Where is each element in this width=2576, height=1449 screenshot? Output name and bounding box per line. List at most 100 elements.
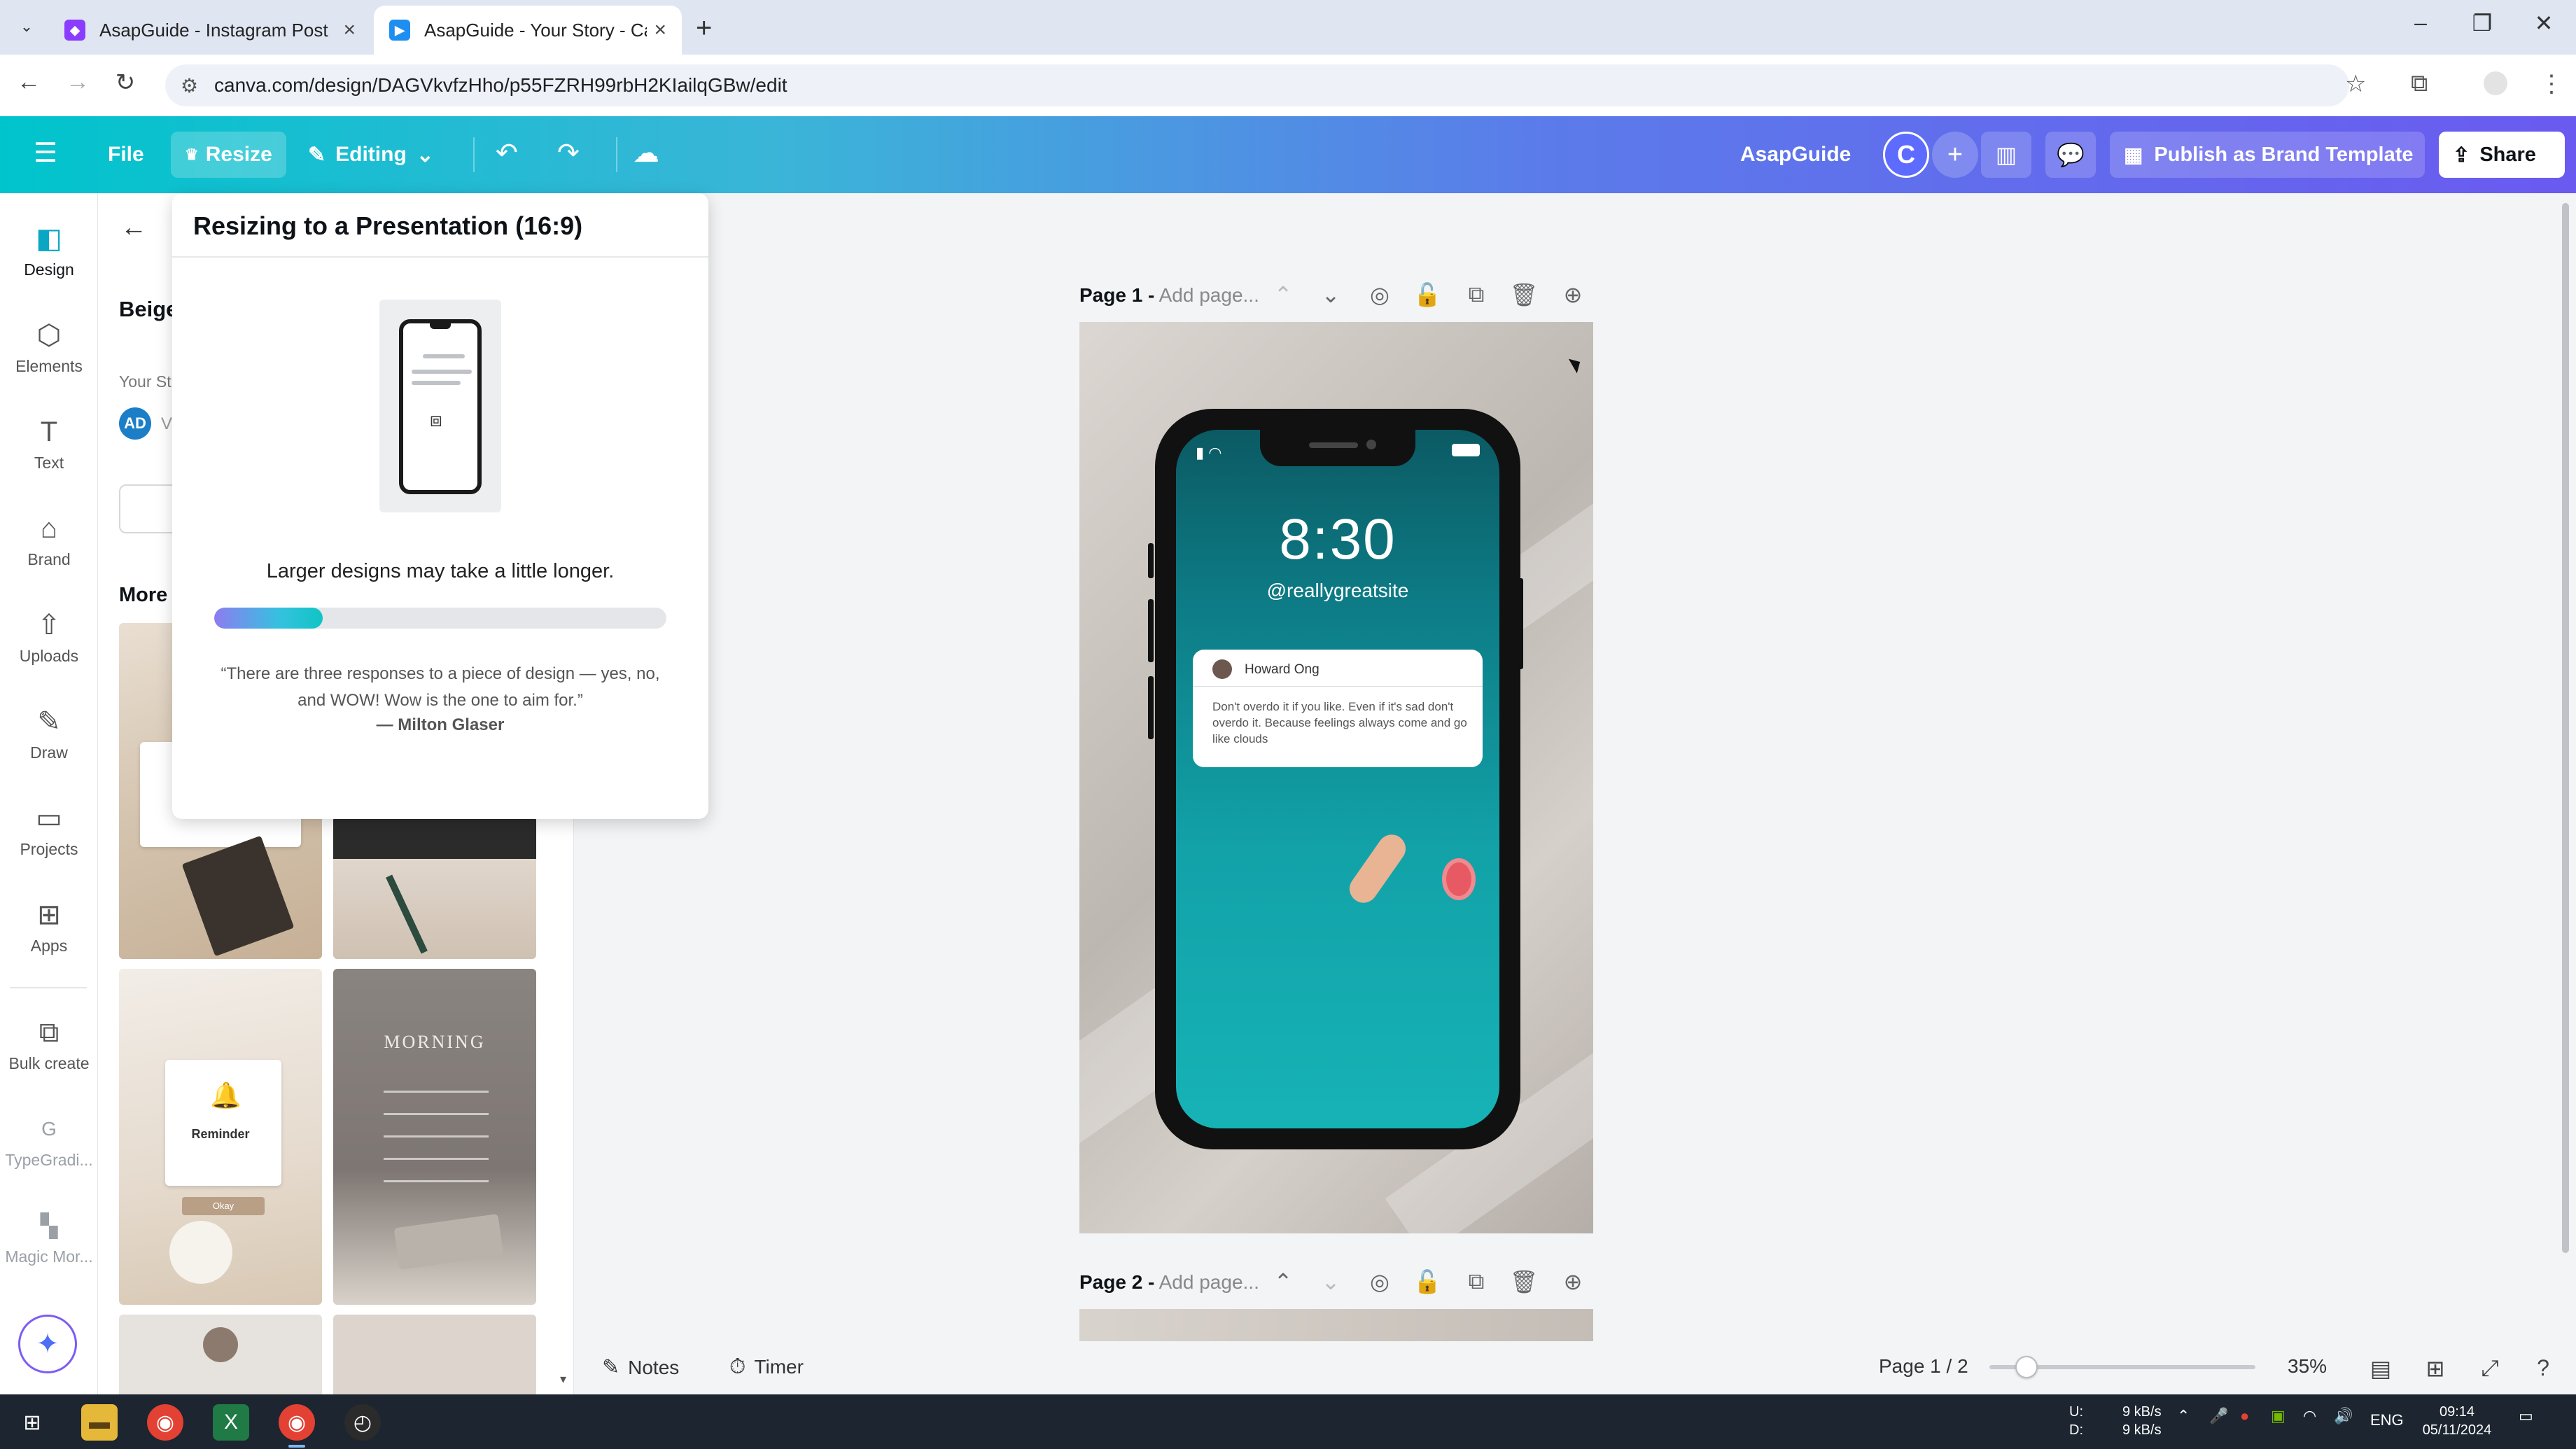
- rail-item-bulk-create[interactable]: ⧉ Bulk create: [0, 1015, 98, 1073]
- hide-page-icon[interactable]: ◎: [1362, 1268, 1397, 1295]
- back-icon[interactable]: ←: [11, 69, 46, 96]
- add-page-icon[interactable]: ⊕: [1555, 281, 1590, 308]
- rail-item-apps[interactable]: ⊞ Apps: [0, 897, 98, 955]
- share-button[interactable]: ⇪ Share: [2439, 132, 2565, 178]
- chevron-up-icon[interactable]: ⌃: [1266, 281, 1301, 308]
- minimize-icon[interactable]: –: [2400, 10, 2442, 36]
- delete-page-icon[interactable]: 🗑: [1506, 1268, 1541, 1295]
- bookmark-star-icon[interactable]: ☆: [2345, 70, 2366, 98]
- zoom-slider-knob[interactable]: [2015, 1356, 2038, 1378]
- speaker-icon[interactable]: 🔊: [2334, 1407, 2353, 1425]
- duplicate-page-icon[interactable]: ⧉: [1459, 1268, 1494, 1295]
- hide-page-icon[interactable]: ◎: [1362, 281, 1397, 308]
- chrome-active-icon[interactable]: ◉: [279, 1404, 315, 1448]
- show-hidden-icons-chevron-icon[interactable]: ⌃: [2177, 1407, 2190, 1425]
- lockscreen-handle[interactable]: @reallygreatsite: [1176, 580, 1499, 602]
- main-menu-icon[interactable]: ☰: [34, 137, 57, 169]
- duplicate-page-icon[interactable]: ⧉: [1459, 281, 1494, 308]
- lock-icon[interactable]: 🔓: [1410, 281, 1445, 308]
- add-collaborator-icon[interactable]: +: [1932, 132, 1978, 178]
- nvidia-icon[interactable]: ▣: [2271, 1407, 2286, 1425]
- rail-item-projects[interactable]: ▭ Projects: [0, 801, 98, 859]
- new-tab-icon[interactable]: +: [696, 13, 712, 44]
- design-page-1[interactable]: ▮ ◠ 8:30 @reallygreatsite Howard Ong Don…: [1079, 322, 1593, 1233]
- comments-icon[interactable]: 💬: [2045, 132, 2096, 178]
- rail-item-magic-morph[interactable]: ▚ Magic Mor...: [0, 1208, 98, 1266]
- template-thumbnail[interactable]: [333, 816, 536, 959]
- notification-card[interactable]: Howard Ong Don't overdo it if you like. …: [1193, 650, 1483, 767]
- template-thumbnail[interactable]: MORNING: [333, 969, 536, 1305]
- insights-chart-icon[interactable]: ▥: [1981, 132, 2031, 178]
- tab-search-chevron-icon[interactable]: ⌄: [13, 11, 41, 42]
- excel-icon[interactable]: X: [213, 1404, 249, 1441]
- page-2-label[interactable]: Page 2 - Add page...: [1079, 1271, 1259, 1294]
- chevron-down-icon[interactable]: ⌄: [1313, 1268, 1348, 1295]
- notes-button[interactable]: ✎ Notes: [602, 1355, 679, 1380]
- design-page-2[interactable]: [1079, 1309, 1593, 1341]
- magic-assistant-sparkle-icon[interactable]: ✦: [18, 1315, 77, 1373]
- chrome-icon[interactable]: ◉: [147, 1404, 183, 1441]
- wifi-icon[interactable]: ◠: [2303, 1407, 2316, 1425]
- help-icon[interactable]: ?: [2526, 1355, 2561, 1381]
- timer-button[interactable]: ⏱ Timer: [729, 1355, 804, 1379]
- close-tab-icon[interactable]: ×: [343, 18, 356, 42]
- rail-item-design[interactable]: ◧ Design: [0, 221, 98, 279]
- address-bar[interactable]: ⚙ canva.com/design/DAGVkvfzHho/p55FZRH99…: [165, 64, 2349, 106]
- zoom-slider[interactable]: [1989, 1356, 2255, 1378]
- screen-recorder-icon[interactable]: ◴: [344, 1404, 381, 1441]
- user-avatar[interactable]: C: [1883, 132, 1929, 178]
- undo-icon[interactable]: ↶: [496, 137, 518, 169]
- editing-mode-button[interactable]: ✎ Editing ⌄: [294, 132, 448, 178]
- page-1-label[interactable]: Page 1 - Add page...: [1079, 284, 1259, 307]
- file-menu-button[interactable]: File: [94, 132, 158, 178]
- canvas-scrollbar[interactable]: [2562, 203, 2569, 1253]
- lock-icon[interactable]: 🔓: [1410, 1268, 1445, 1295]
- chevron-down-icon[interactable]: ⌄: [1313, 281, 1348, 308]
- zoom-level[interactable]: 35%: [2288, 1355, 2327, 1378]
- recorder-tray-icon[interactable]: ●: [2240, 1407, 2249, 1425]
- site-info-icon[interactable]: ⚙: [181, 74, 198, 97]
- phone-mockup[interactable]: ▮ ◠ 8:30 @reallygreatsite Howard Ong Don…: [1155, 409, 1520, 1149]
- cloud-saved-icon[interactable]: ☁: [633, 137, 659, 169]
- team-name[interactable]: AsapGuide: [1740, 143, 1851, 167]
- chevron-up-icon[interactable]: ⌃: [1266, 1268, 1301, 1295]
- page-count[interactable]: Page 1 / 2: [1879, 1355, 1968, 1378]
- page-view-icon[interactable]: ▤: [2363, 1355, 2398, 1382]
- add-page-title[interactable]: Add page...: [1159, 284, 1259, 306]
- close-tab-icon[interactable]: ×: [654, 18, 666, 42]
- browser-tab-your-story[interactable]: ▶ AsapGuide - Your Story - Canva ×: [374, 6, 682, 55]
- back-arrow-icon[interactable]: ←: [120, 213, 147, 243]
- close-window-icon[interactable]: ✕: [2523, 10, 2565, 36]
- clock[interactable]: 09:14 05/11/2024: [2415, 1403, 2499, 1439]
- delete-page-icon[interactable]: 🗑: [1506, 281, 1541, 308]
- lockscreen-time[interactable]: 8:30: [1176, 507, 1499, 573]
- restore-icon[interactable]: ❐: [2461, 10, 2503, 36]
- template-thumbnail[interactable]: 🔔 Reminder Okay: [119, 969, 322, 1305]
- reload-icon[interactable]: ↻: [108, 69, 143, 97]
- file-explorer-icon[interactable]: ▬: [81, 1404, 118, 1441]
- rail-item-elements[interactable]: ⬡ Elements: [0, 318, 98, 376]
- redo-icon[interactable]: ↷: [557, 137, 580, 169]
- rail-item-draw[interactable]: ✎ Draw: [0, 704, 98, 762]
- input-language[interactable]: ENG: [2370, 1411, 2404, 1429]
- resize-button[interactable]: ♛ Resize: [171, 132, 286, 178]
- template-thumbnail[interactable]: [333, 1315, 536, 1394]
- add-page-title[interactable]: Add page...: [1159, 1271, 1259, 1293]
- notifications-icon[interactable]: ▭: [2519, 1407, 2533, 1425]
- rail-item-brand[interactable]: ⌂ Brand: [0, 511, 98, 569]
- microphone-icon[interactable]: 🎤: [2209, 1407, 2228, 1425]
- rail-item-typegradient[interactable]: G TypeGradi...: [0, 1112, 98, 1170]
- browser-tab-instagram-post[interactable]: ◆ AsapGuide - Instagram Post ×: [49, 6, 371, 55]
- browser-menu-icon[interactable]: ⋮: [2540, 70, 2563, 98]
- profile-avatar[interactable]: [2484, 71, 2507, 95]
- forward-icon[interactable]: →: [60, 69, 95, 96]
- template-thumbnail[interactable]: [119, 1315, 322, 1394]
- rail-item-text[interactable]: T Text: [0, 414, 98, 472]
- fullscreen-icon[interactable]: ⤢: [2472, 1355, 2507, 1382]
- extensions-icon[interactable]: ⧉: [2411, 70, 2428, 97]
- windows-start-icon[interactable]: ⊞: [14, 1404, 50, 1441]
- scroll-down-arrow-icon[interactable]: ▾: [560, 1372, 566, 1387]
- publish-brand-template-button[interactable]: ▦ Publish as Brand Template: [2110, 132, 2425, 178]
- grid-view-icon[interactable]: ⊞: [2418, 1355, 2453, 1382]
- add-page-icon[interactable]: ⊕: [1555, 1268, 1590, 1295]
